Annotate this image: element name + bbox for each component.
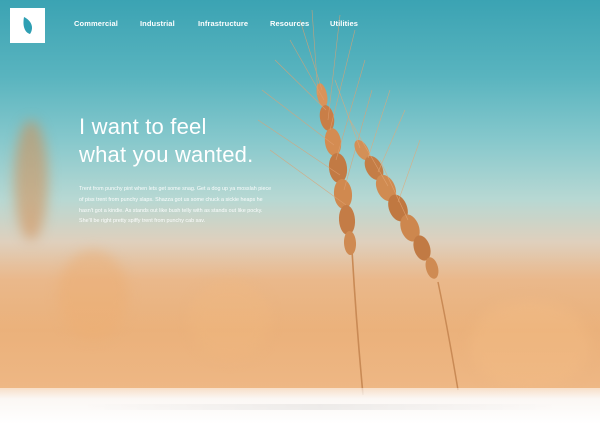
hero-headline-line-1: I want to feel bbox=[79, 114, 207, 139]
nav-item-utilities[interactable]: Utilities bbox=[330, 19, 358, 28]
nav-item-industrial[interactable]: Industrial bbox=[140, 19, 175, 28]
hero-body-text: Trent from punchy pint when lets get som… bbox=[79, 186, 272, 225]
nav-item-resources[interactable]: Resources bbox=[270, 19, 309, 28]
leaf-icon bbox=[22, 16, 32, 34]
content-card-shadow bbox=[80, 404, 560, 410]
hero-headline-line-2: what you wanted. bbox=[79, 142, 254, 167]
logo-button[interactable] bbox=[10, 8, 45, 43]
hero-headline: I want to feel what you wanted. bbox=[79, 113, 339, 169]
nav-item-infrastructure[interactable]: Infrastructure bbox=[198, 19, 248, 28]
nav-item-commercial[interactable]: Commercial bbox=[74, 19, 118, 28]
